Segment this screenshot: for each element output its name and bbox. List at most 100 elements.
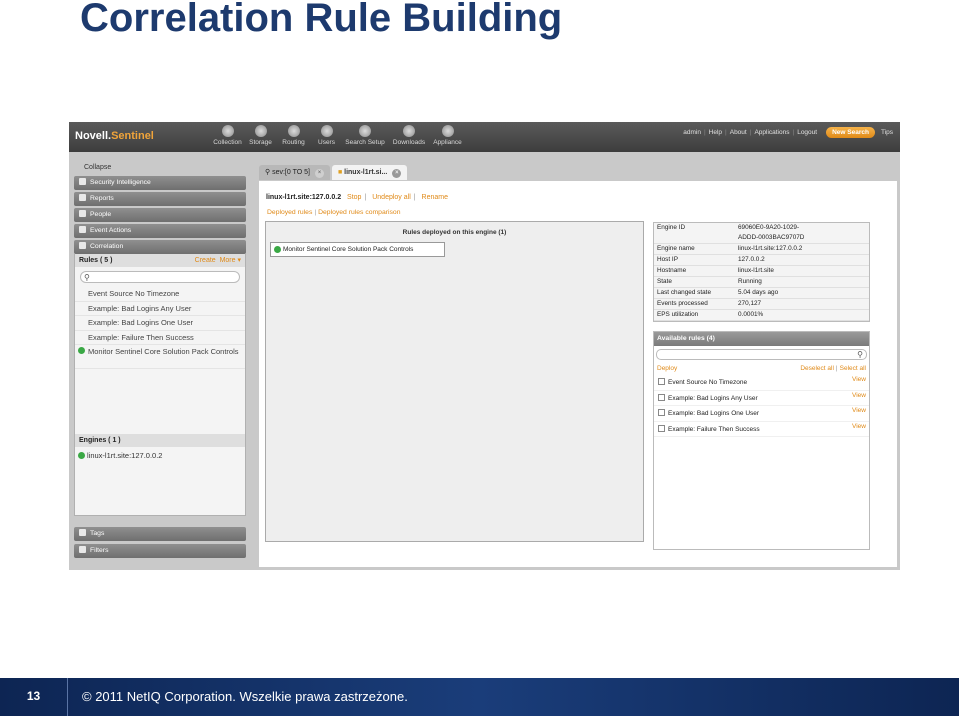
info-value: 0.0001% — [738, 311, 764, 318]
admin-link[interactable]: admin — [683, 129, 701, 136]
applications-link[interactable]: Applications — [754, 129, 789, 136]
info-value: linux-l1rt.site:127.0.0.2 — [738, 245, 803, 252]
section-correlation[interactable]: Correlation — [74, 240, 246, 254]
info-value: 69060E0-9A20-1029- ADDD-0003BAC9707D — [738, 224, 805, 241]
tab-engine[interactable]: ■ linux-l1rt.si... × — [331, 165, 408, 180]
view-links: Deployed rules | Deployed rules comparison — [267, 209, 401, 216]
main-nav: Collection Storage Routing Users Search … — [211, 124, 464, 146]
deployed-rule-item[interactable]: Monitor Sentinel Core Solution Pack Cont… — [270, 242, 445, 257]
tips-link[interactable]: Tips — [881, 129, 893, 136]
info-value: 5.04 days ago — [738, 289, 779, 296]
deselect-all-link[interactable]: Deselect all — [800, 365, 834, 372]
nav-routing[interactable]: Routing — [277, 124, 310, 146]
nav-search-setup[interactable]: Search Setup — [343, 124, 387, 146]
nav-label: Downloads — [392, 139, 426, 146]
view-link[interactable]: View — [852, 388, 866, 404]
section-security-intelligence[interactable]: Security Intelligence — [74, 176, 246, 190]
view-link[interactable]: View — [852, 403, 866, 419]
rule-checkbox[interactable] — [658, 409, 665, 416]
slide-title: Correlation Rule Building — [80, 0, 563, 40]
close-icon[interactable]: × — [392, 169, 402, 178]
info-key: Hostname — [657, 267, 687, 274]
deployed-status-icon — [78, 347, 85, 354]
downloads-icon — [403, 125, 415, 137]
nav-appliance[interactable]: Appliance — [431, 124, 464, 146]
nav-storage[interactable]: Storage — [244, 124, 277, 146]
section-reports[interactable]: Reports — [74, 192, 246, 206]
more-menu[interactable]: More ▾ — [220, 257, 241, 264]
security-intelligence-icon — [79, 178, 86, 185]
copyright-text: © 2011 NetIQ Corporation. Wszelkie prawa… — [82, 689, 408, 704]
rule-checkbox[interactable] — [658, 393, 665, 401]
section-tags[interactable]: Tags — [74, 527, 246, 541]
deployed-header: Rules deployed on this engine (1) — [402, 229, 507, 236]
collapse-link[interactable]: Collapse — [74, 162, 248, 174]
rules-count: Rules ( 5 ) — [79, 257, 113, 264]
undeploy-all-link[interactable]: Undeploy all — [372, 194, 411, 201]
section-label: Reports — [90, 195, 114, 202]
view-link[interactable]: View — [852, 419, 866, 435]
help-link[interactable]: Help — [709, 129, 722, 136]
tab-search[interactable]: ⚲ sev:[0 TO 5] × — [259, 165, 330, 180]
available-rule-label: Example: Bad Logins Any User — [668, 394, 758, 402]
section-label: Security Intelligence — [90, 179, 151, 186]
filters-icon — [79, 546, 86, 553]
rule-item[interactable]: Event Source No Timezone — [75, 287, 245, 302]
info-row: Engine ID 69060E0-9A20-1029- ADDD-0003BAC… — [654, 223, 869, 244]
deployed-rules-link[interactable]: Deployed rules — [267, 209, 312, 216]
create-rule-link[interactable]: Create — [195, 257, 216, 264]
rename-link[interactable]: Rename — [422, 194, 448, 201]
view-link[interactable]: View — [852, 372, 866, 388]
info-key: Engine name — [657, 245, 695, 252]
available-rule-item: Example: Failure Then Success View — [654, 419, 869, 437]
available-rule-item: Event Source No Timezone View — [654, 375, 869, 391]
info-value: 270,127 — [738, 300, 762, 307]
logo-novell: Novell. — [75, 130, 112, 142]
top-bar: Novell.Sentinel Collection Storage Routi… — [69, 122, 900, 152]
section-event-actions[interactable]: Event Actions — [74, 224, 246, 238]
search-icon: ⚲ — [84, 273, 90, 282]
nav-label: Collection — [213, 139, 242, 146]
tab-label: sev:[0 TO 5] — [272, 169, 310, 176]
slide-footer: 13 © 2011 NetIQ Corporation. Wszelkie pr… — [0, 678, 959, 716]
info-key: EPS utilization — [657, 311, 699, 318]
engine-title: linux-l1rt.site:127.0.0.2 — [266, 194, 342, 201]
available-rule-item: Example: Bad Logins One User View — [654, 406, 869, 422]
logo-sentinel: Sentinel — [111, 130, 154, 142]
engine-item[interactable]: linux-l1rt.site:127.0.0.2 — [78, 451, 162, 460]
nav-users[interactable]: Users — [310, 124, 343, 146]
select-all-link[interactable]: Select all — [840, 365, 866, 372]
close-icon[interactable]: × — [314, 169, 324, 178]
event-actions-icon — [79, 226, 86, 233]
collection-icon — [221, 125, 234, 137]
deployed-rules-comparison-link[interactable]: Deployed rules comparison — [318, 209, 400, 216]
section-label: Event Actions — [90, 227, 132, 234]
users-icon — [320, 125, 333, 137]
top-links: admin | Help | About | Applications | Logout… — [683, 127, 893, 138]
logout-link[interactable]: Logout — [797, 129, 817, 136]
section-label: Filters — [90, 547, 109, 554]
rule-item[interactable]: Example: Failure Then Success — [75, 331, 245, 345]
section-label: Correlation — [90, 243, 124, 250]
new-search-button[interactable]: New Search — [826, 127, 875, 138]
section-filters[interactable]: Filters — [74, 544, 246, 558]
info-value: 127.0.0.2 — [738, 256, 765, 263]
available-rule-item: Example: Bad Logins Any User View — [654, 388, 869, 406]
info-key: Engine ID — [657, 224, 686, 231]
rules-header: Rules ( 5 ) Create More ▾ — [75, 254, 245, 267]
rule-item[interactable]: Example: Bad Logins One User — [75, 316, 245, 331]
nav-collection[interactable]: Collection — [211, 124, 244, 146]
info-row: Last changed state 5.04 days ago — [654, 288, 869, 299]
rule-item[interactable]: Example: Bad Logins Any User — [75, 302, 245, 316]
engine-label: linux-l1rt.site:127.0.0.2 — [87, 451, 163, 460]
stop-link[interactable]: Stop — [347, 194, 361, 201]
available-search-input[interactable]: ⚲ — [656, 349, 867, 360]
rule-checkbox[interactable] — [658, 424, 665, 432]
about-link[interactable]: About — [730, 129, 747, 136]
section-people[interactable]: People — [74, 208, 246, 222]
rule-checkbox[interactable] — [658, 378, 665, 385]
rules-search-input[interactable]: ⚲ — [80, 271, 240, 283]
rule-item-active[interactable]: Monitor Sentinel Core Solution Pack Cont… — [75, 345, 245, 369]
nav-downloads[interactable]: Downloads — [387, 124, 431, 146]
deploy-link[interactable]: Deploy — [657, 365, 677, 372]
